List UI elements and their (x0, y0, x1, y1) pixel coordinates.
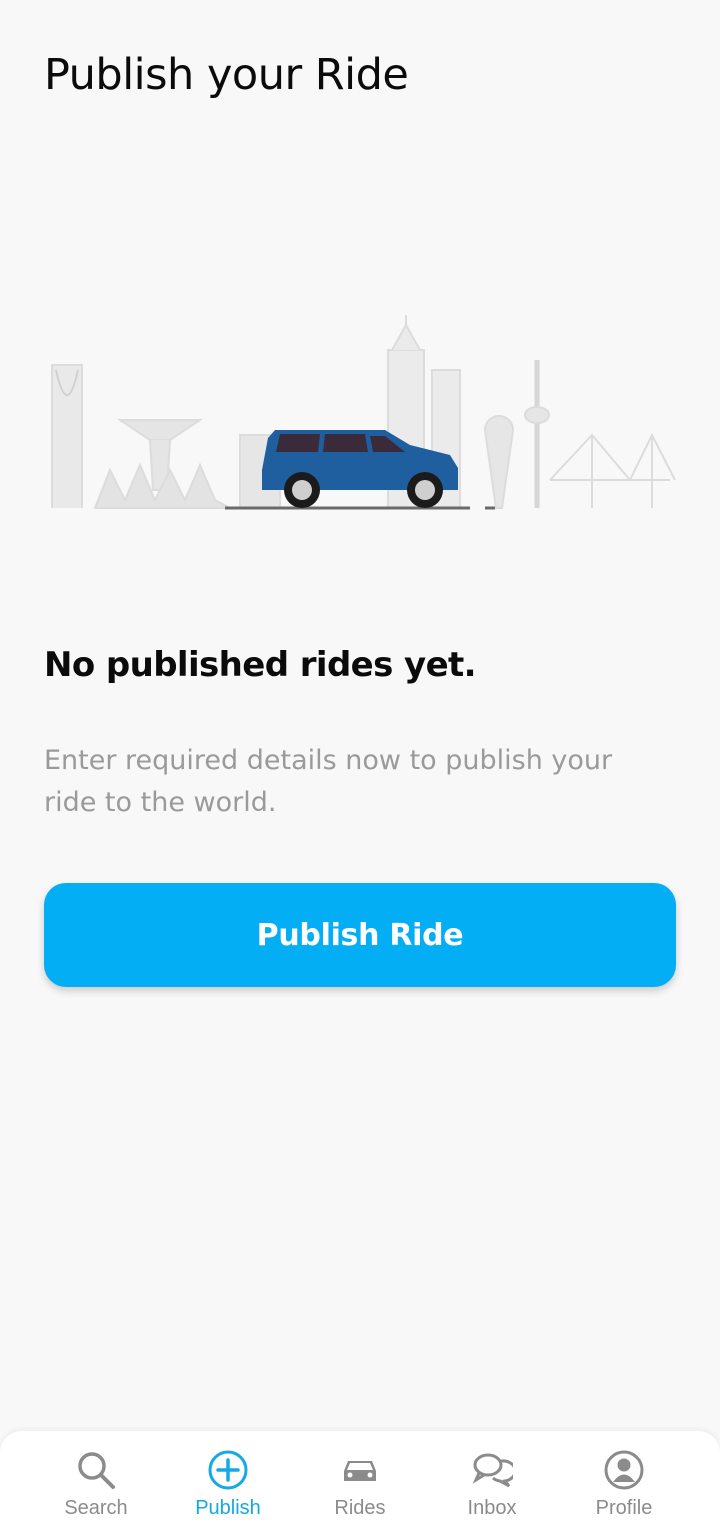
page-title: Publish your Ride (44, 50, 409, 100)
empty-state-heading: No published rides yet. (44, 645, 477, 685)
nav-label-profile: Profile (595, 1497, 653, 1519)
nav-item-profile[interactable]: Profile (569, 1431, 679, 1529)
car-icon (344, 1461, 376, 1481)
search-icon (78, 1452, 115, 1489)
nav-label-rides: Rides (334, 1497, 386, 1519)
nav-label-search: Search (64, 1497, 128, 1519)
plus-circle-icon (208, 1450, 248, 1490)
nav-item-rides[interactable]: Rides (305, 1431, 415, 1529)
nav-label-publish: Publish (195, 1497, 261, 1519)
nav-item-search[interactable]: Search (41, 1431, 151, 1529)
profile-icon (604, 1450, 644, 1490)
nav-item-publish[interactable]: Publish (173, 1431, 283, 1529)
publish-ride-button[interactable]: Publish Ride (44, 883, 676, 987)
car-icon (262, 430, 458, 508)
chat-bubbles-icon (472, 1453, 513, 1488)
bottom-navigation: Search Publish Rides Inbox Profile (0, 1431, 720, 1529)
city-skyline-car-illustration (51, 315, 676, 510)
nav-label-inbox: Inbox (467, 1497, 517, 1519)
empty-state-description: Enter required details now to publish yo… (44, 745, 613, 818)
nav-item-inbox[interactable]: Inbox (437, 1431, 547, 1529)
